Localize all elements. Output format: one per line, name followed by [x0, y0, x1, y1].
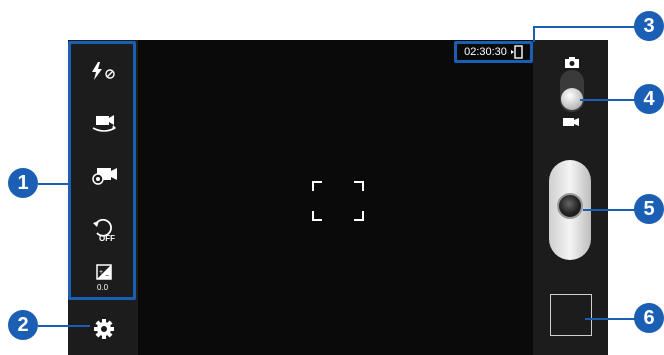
callout-6: 6 — [634, 303, 664, 333]
svg-text:+: + — [99, 269, 103, 276]
video-mode-icon — [563, 118, 579, 126]
timer-off-icon: OFF — [93, 218, 115, 242]
camera-viewfinder — [68, 40, 608, 355]
switch-camera-icon — [92, 115, 116, 132]
exposure-button[interactable]: + − 0.0 — [84, 263, 124, 293]
shutter-button-core[interactable] — [557, 193, 583, 219]
focus-corner — [354, 211, 364, 221]
callout-5: 5 — [634, 194, 664, 224]
callout-1: 1 — [8, 168, 38, 198]
timer-button[interactable]: OFF — [84, 214, 124, 244]
callout-4: 4 — [634, 84, 664, 114]
settings-gear-icon — [94, 319, 114, 339]
callout-line-1 — [38, 183, 68, 185]
exposure-value: 0.0 — [97, 283, 109, 292]
storage-icon — [510, 45, 523, 59]
callout-3: 3 — [634, 11, 664, 41]
callout-line-4 — [580, 99, 636, 101]
image-viewer-thumbnail[interactable] — [550, 294, 592, 336]
flash-off-button[interactable] — [84, 56, 124, 86]
shooting-mode-icon — [92, 168, 117, 185]
callout-line-3 — [533, 26, 636, 28]
switch-camera-button[interactable] — [84, 108, 124, 138]
recording-time: 02:30:30 — [464, 46, 507, 58]
focus-corner — [312, 181, 322, 191]
status-indicator: 02:30:30 — [454, 41, 533, 63]
exposure-icon: + − 0.0 — [96, 264, 112, 292]
svg-text:−: − — [105, 273, 109, 280]
callout-2: 2 — [8, 310, 38, 340]
focus-corner — [312, 211, 322, 221]
callout-line-3-vertical — [533, 26, 535, 42]
camera-mode-icon — [565, 57, 579, 68]
shooting-mode-button[interactable] — [84, 160, 124, 190]
callout-line-6 — [585, 318, 636, 320]
timer-label: OFF — [99, 234, 115, 242]
callout-line-2 — [38, 325, 90, 327]
callout-line-5 — [583, 209, 636, 211]
focus-corner — [354, 181, 364, 191]
settings-button[interactable] — [84, 314, 124, 344]
flash-off-icon — [92, 62, 115, 80]
